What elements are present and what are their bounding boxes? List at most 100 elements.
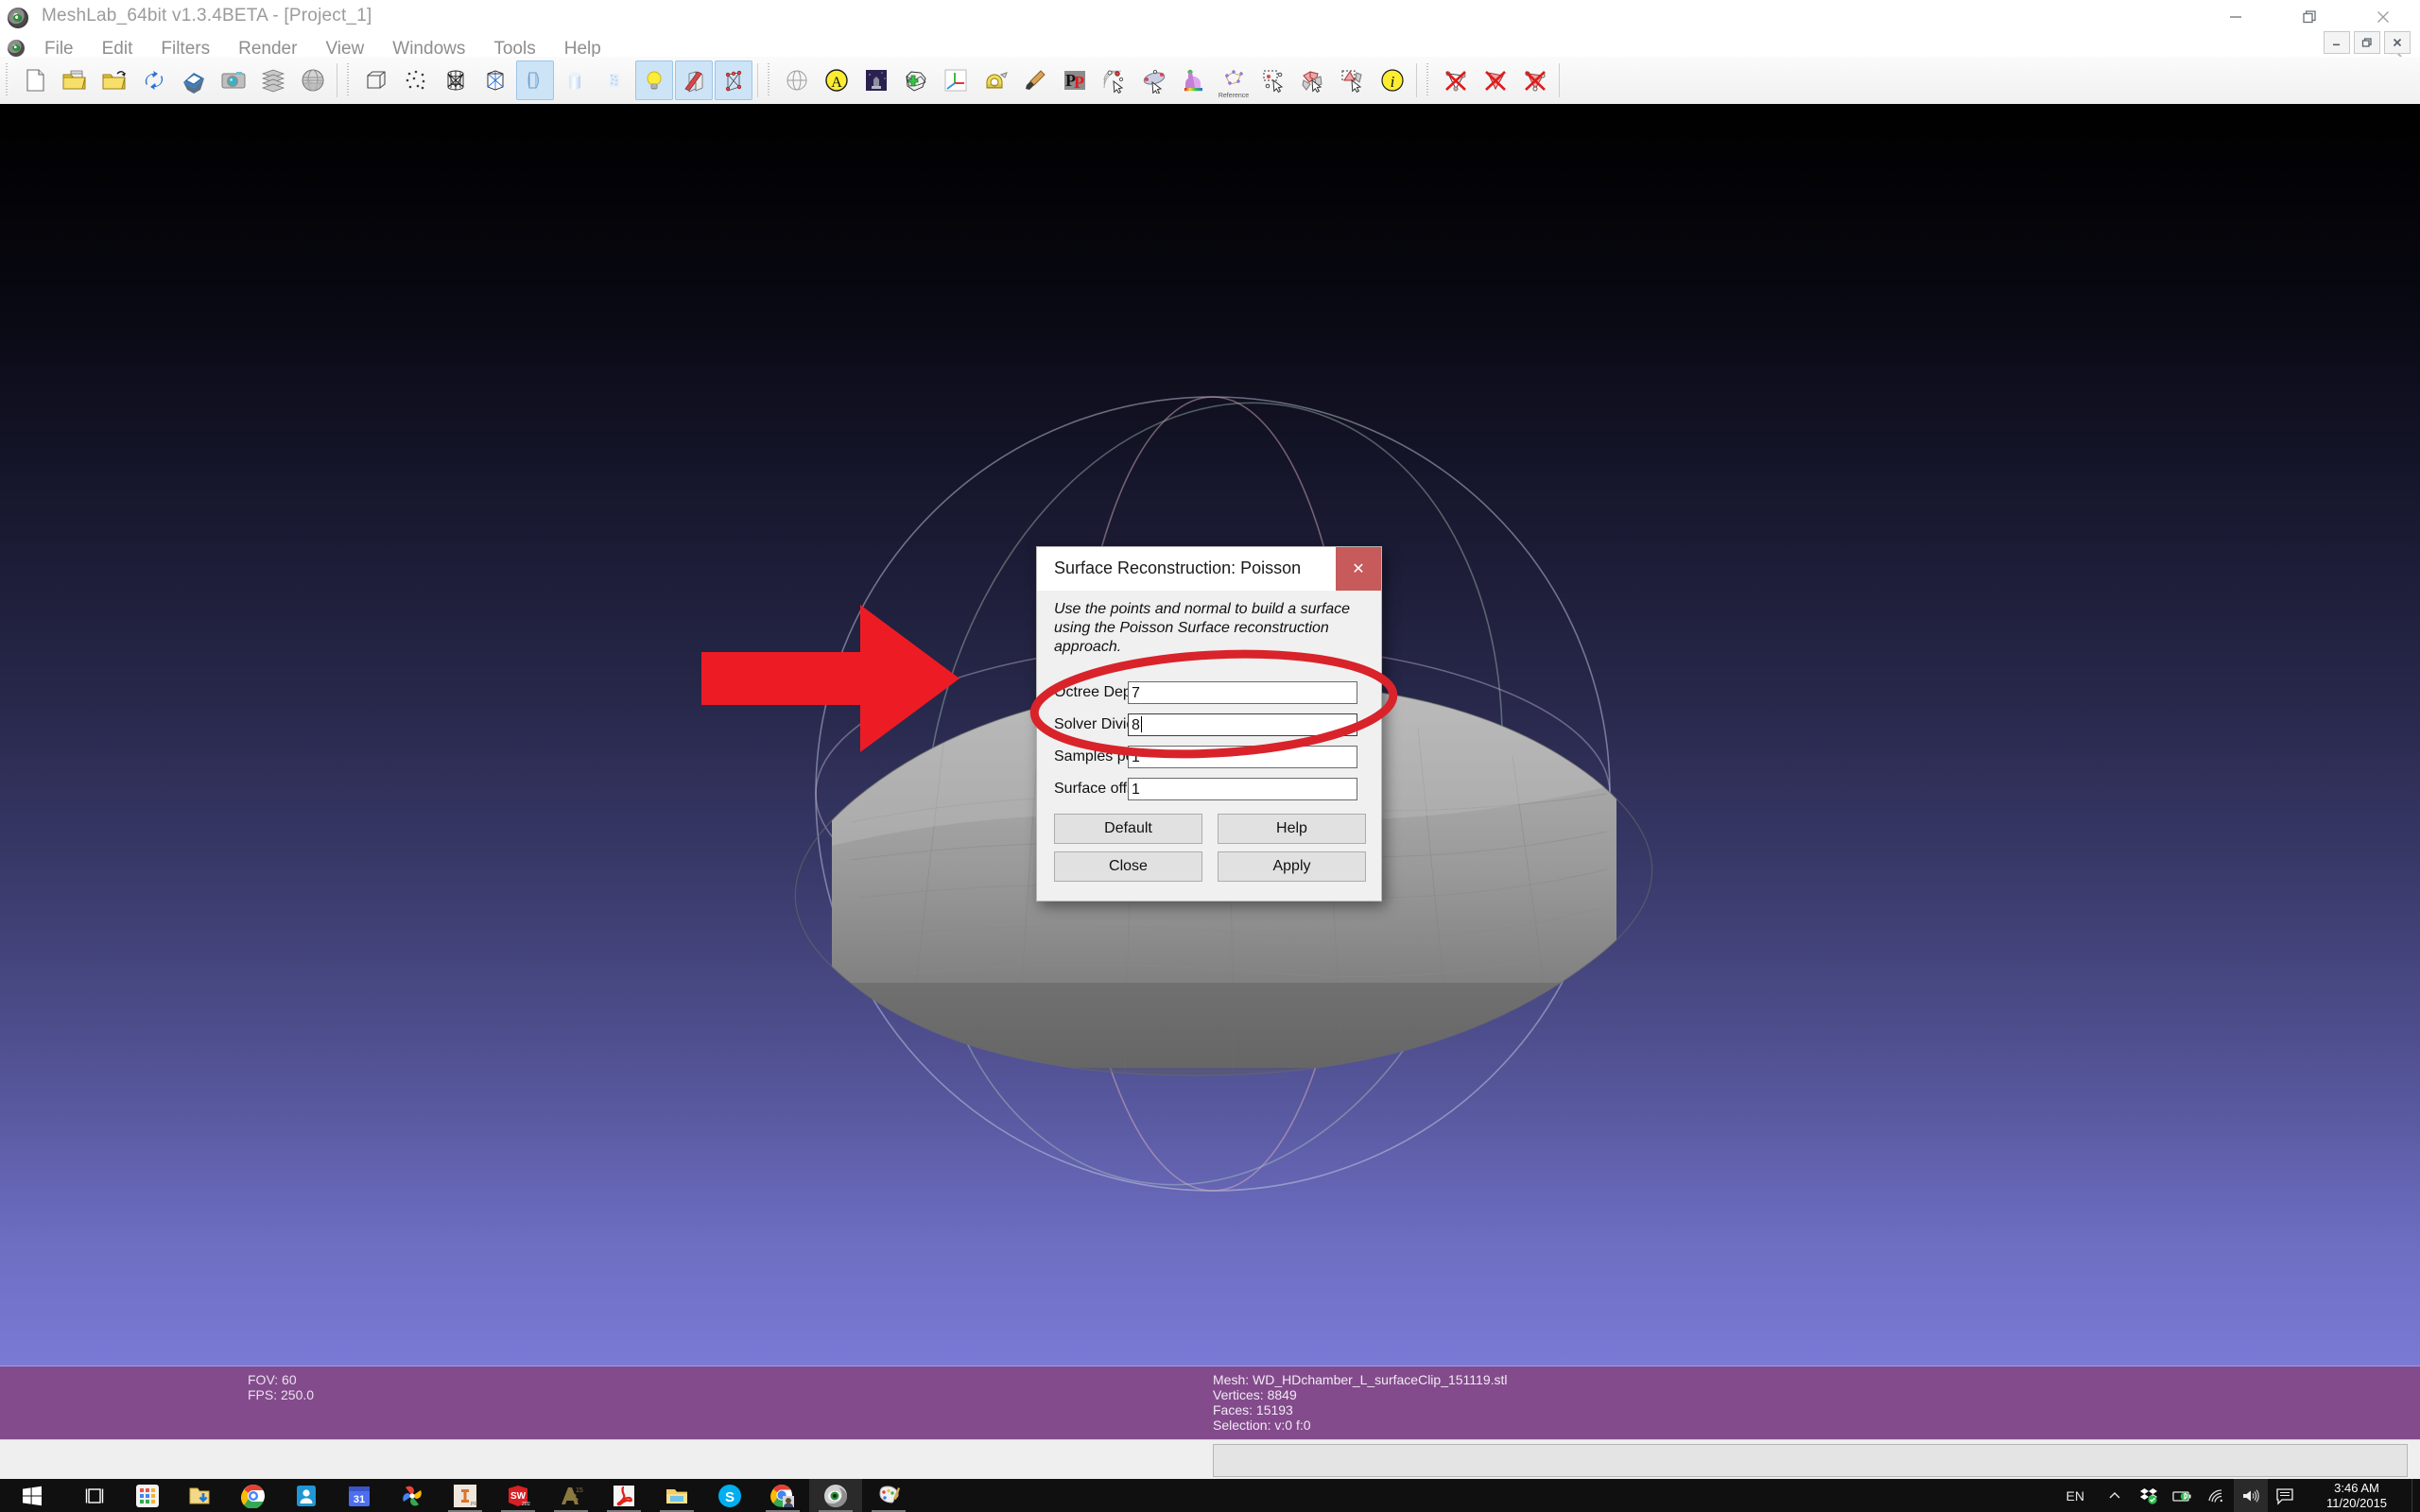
dialog-close-button[interactable]: ✕ xyxy=(1336,547,1381,591)
globe-raster-icon[interactable] xyxy=(294,60,332,100)
paintbrush-icon[interactable] xyxy=(1016,60,1054,100)
wireframe-icon[interactable] xyxy=(437,60,475,100)
new-project-button[interactable] xyxy=(16,60,54,100)
shadow-render-icon[interactable] xyxy=(857,60,895,100)
people-card-icon[interactable] xyxy=(280,1479,333,1512)
green-mesh-icon[interactable] xyxy=(897,60,935,100)
layers-stack-icon[interactable] xyxy=(254,60,292,100)
wire-cube-icon[interactable] xyxy=(357,60,395,100)
pick-point-icon[interactable] xyxy=(1096,60,1133,100)
toolbar-grip[interactable] xyxy=(4,63,12,97)
delete-vertices-icon[interactable] xyxy=(1437,60,1475,100)
calendar-31-icon[interactable]: 31 xyxy=(333,1479,386,1512)
flat-shading-icon[interactable] xyxy=(556,60,594,100)
close-dialog-button[interactable]: Close xyxy=(1054,851,1202,882)
windows-start-icon[interactable] xyxy=(13,1483,51,1509)
mdi-restore-button[interactable] xyxy=(2354,31,2380,54)
clock[interactable]: 3:46 AM 11/20/2015 xyxy=(2302,1479,2411,1512)
surface-offsetting-input[interactable]: 1 xyxy=(1128,778,1357,800)
save-layer-icon[interactable] xyxy=(175,60,213,100)
restore-button[interactable] xyxy=(2273,0,2346,34)
samples-per-node-input[interactable]: 1 xyxy=(1128,746,1357,768)
close-button[interactable] xyxy=(2346,0,2420,34)
status-bar: FOV: 60 FPS: 250.0 Mesh: WD_HDchamber_L_… xyxy=(0,1366,2420,1440)
fov-text: FOV: 60 xyxy=(248,1372,297,1387)
reference-caption: Reference xyxy=(1218,93,1250,99)
yellow-a-icon[interactable]: A xyxy=(818,60,856,100)
smooth-shading-icon[interactable] xyxy=(596,60,633,100)
minimize-button[interactable] xyxy=(2199,0,2273,34)
dialog-button-row-2: Close Apply xyxy=(1054,851,1366,882)
wifi-icon[interactable] xyxy=(2200,1479,2234,1512)
chevron-up-icon[interactable] xyxy=(2098,1479,2132,1512)
toolbar-grip-2[interactable] xyxy=(345,63,354,97)
inventor-pro-icon[interactable]: PRO xyxy=(439,1479,492,1512)
delete-faces-icon[interactable] xyxy=(1477,60,1514,100)
chrome-profile-icon[interactable] xyxy=(756,1479,809,1512)
pp-letters-icon[interactable]: P P xyxy=(1056,60,1094,100)
default-button[interactable]: Default xyxy=(1054,814,1202,844)
vertex-dots-icon[interactable] xyxy=(715,60,752,100)
solver-divide-input[interactable]: 8 xyxy=(1128,713,1357,736)
help-button[interactable]: Help xyxy=(1218,814,1366,844)
trackball-sphere-icon[interactable] xyxy=(778,60,816,100)
reference-graph-icon[interactable]: Reference xyxy=(1215,60,1253,100)
delete-faces-vertices-icon[interactable] xyxy=(1516,60,1554,100)
log-field[interactable] xyxy=(1213,1444,2408,1477)
notification-icon[interactable] xyxy=(2268,1479,2302,1512)
autocad-15-icon[interactable]: 15 xyxy=(544,1479,597,1512)
lightbulb-icon[interactable] xyxy=(635,60,673,100)
toolbar-grip-4[interactable] xyxy=(1425,63,1433,97)
mdi-minimize-button[interactable] xyxy=(2324,31,2350,54)
hidden-lines-icon[interactable] xyxy=(476,60,514,100)
battery-icon[interactable] xyxy=(2166,1479,2200,1512)
chrome-icon[interactable] xyxy=(227,1479,280,1512)
pinwheel-icon[interactable] xyxy=(386,1479,439,1512)
measuring-tape-icon[interactable] xyxy=(977,60,1014,100)
samples-per-node-label: Samples per Node xyxy=(1054,748,1180,765)
system-menu-icon[interactable] xyxy=(8,40,25,57)
meshlab-eye-icon xyxy=(8,8,28,28)
double-side-light-icon[interactable] xyxy=(675,60,713,100)
svg-text:2015: 2015 xyxy=(522,1502,530,1507)
point-cloud-icon[interactable] xyxy=(397,60,435,100)
octree-depth-input[interactable]: 7 xyxy=(1128,681,1357,704)
toolbar-grip-3[interactable] xyxy=(766,63,774,97)
field-row-solver-divide: Solver Divide 8 xyxy=(1054,709,1366,741)
open-project-folder-icon[interactable] xyxy=(56,60,94,100)
app-grid-icon[interactable] xyxy=(121,1479,174,1512)
svg-text:i: i xyxy=(1391,73,1395,91)
reload-arrows-icon[interactable] xyxy=(135,60,173,100)
camera-icon[interactable] xyxy=(215,60,252,100)
folder-download-icon[interactable] xyxy=(174,1479,227,1512)
dialog-button-row-1: Default Help xyxy=(1054,814,1366,844)
rgb-axes-icon[interactable] xyxy=(937,60,975,100)
align-points-icon[interactable] xyxy=(1135,60,1173,100)
file-explorer-icon[interactable] xyxy=(650,1479,703,1512)
speaker-icon[interactable] xyxy=(2234,1479,2268,1512)
field-row-surface-offsetting: Surface offsetting 1 xyxy=(1054,773,1366,805)
skype-icon[interactable]: S xyxy=(703,1479,756,1512)
select-faces-icon[interactable] xyxy=(1294,60,1332,100)
show-desktop-button[interactable] xyxy=(2411,1479,2420,1512)
open-folder-icon[interactable] xyxy=(95,60,133,100)
poisson-dialog[interactable]: Surface Reconstruction: Poisson ✕ Use th… xyxy=(1036,546,1382,902)
meshlab-eye-icon[interactable] xyxy=(809,1479,862,1512)
rubber-band-select-icon[interactable] xyxy=(1254,60,1292,100)
mesh-name-text: Mesh: WD_HDchamber_L_surfaceClip_151119.… xyxy=(1213,1372,1508,1387)
dialog-description: Use the points and normal to build a sur… xyxy=(1054,601,1351,655)
mdi-close-button[interactable] xyxy=(2384,31,2411,54)
language-indicator[interactable]: EN xyxy=(2053,1488,2098,1503)
select-connected-icon[interactable] xyxy=(1334,60,1372,100)
fps-text: FPS: 250.0 xyxy=(248,1387,315,1402)
task-view-icon[interactable] xyxy=(68,1479,121,1512)
dropbox-icon[interactable] xyxy=(2132,1479,2166,1512)
flat-lines-icon[interactable] xyxy=(516,60,554,100)
acrobat-reader-icon[interactable] xyxy=(597,1479,650,1512)
info-icon[interactable]: i xyxy=(1374,60,1411,100)
paint-palette-icon[interactable] xyxy=(862,1479,915,1512)
solidworks-2015-icon[interactable]: SW 2015 xyxy=(492,1479,544,1512)
bottom-bar xyxy=(0,1439,2420,1480)
colored-bunny-icon[interactable] xyxy=(1175,60,1213,100)
apply-button[interactable]: Apply xyxy=(1218,851,1366,882)
